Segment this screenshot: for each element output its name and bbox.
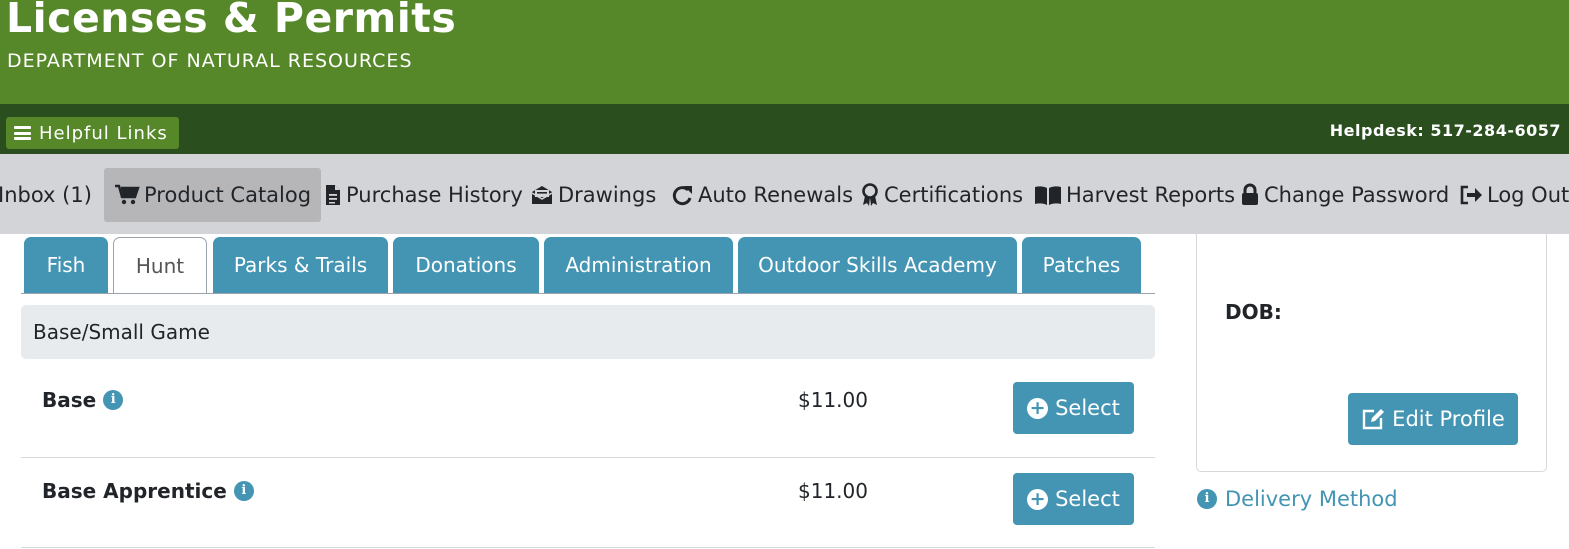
- tab-donations[interactable]: Donations: [393, 237, 539, 293]
- main-nav: Inbox (1) Product Catalog Purchase Histo…: [0, 154, 1569, 234]
- nav-log-out[interactable]: Log Out: [1459, 168, 1569, 222]
- envelope-open-icon: [531, 186, 553, 204]
- nav-drawings[interactable]: Drawings: [530, 168, 656, 222]
- tabs-divider: [21, 293, 1155, 294]
- tab-administration[interactable]: Administration: [544, 237, 733, 293]
- info-icon: i: [1197, 489, 1217, 509]
- redo-icon: [672, 186, 692, 206]
- nav-auto-renewals[interactable]: Auto Renewals: [670, 168, 853, 222]
- delivery-method-label: Delivery Method: [1225, 487, 1398, 511]
- product-row-base-title: Base i: [42, 388, 124, 412]
- nav-certifications-label: Certifications: [884, 183, 1024, 207]
- nav-product-catalog[interactable]: Product Catalog: [104, 168, 322, 222]
- edit-icon: [1362, 409, 1385, 430]
- section-header: Base/Small Game: [21, 305, 1155, 359]
- site-subtitle: DEPARTMENT OF NATURAL RESOURCES: [7, 50, 413, 72]
- nav-harvest-reports[interactable]: Harvest Reports: [1034, 168, 1235, 222]
- product-name: Base: [42, 388, 97, 412]
- nav-change-password-label: Change Password: [1264, 183, 1450, 207]
- tab-patches[interactable]: Patches: [1022, 237, 1141, 293]
- row-divider: [21, 457, 1155, 458]
- nav-purchase-history[interactable]: Purchase History: [324, 168, 523, 222]
- plus-circle-icon: +: [1027, 488, 1049, 510]
- nav-inbox-label: Inbox (1): [0, 183, 92, 207]
- sign-out-icon: [1460, 185, 1482, 205]
- hamburger-icon: [14, 126, 31, 140]
- edit-profile-label: Edit Profile: [1392, 407, 1505, 431]
- info-icon[interactable]: i: [103, 390, 124, 410]
- product-price: $11.00: [798, 388, 868, 412]
- select-button[interactable]: + Select: [1013, 382, 1134, 434]
- edit-profile-button[interactable]: Edit Profile: [1348, 393, 1518, 445]
- product-name: Base Apprentice: [42, 479, 227, 503]
- select-button[interactable]: + Select: [1013, 473, 1134, 525]
- helpful-links-button[interactable]: Helpful Links: [6, 117, 179, 149]
- award-icon: [862, 183, 878, 206]
- nav-auto-renewals-label: Auto Renewals: [698, 183, 854, 207]
- helpful-links-label: Helpful Links: [39, 122, 168, 144]
- nav-log-out-label: Log Out: [1487, 183, 1569, 207]
- tab-parks-trails[interactable]: Parks & Trails: [213, 237, 388, 293]
- dob-label: DOB:: [1225, 300, 1282, 324]
- nav-certifications[interactable]: Certifications: [860, 168, 1023, 222]
- plus-circle-icon: +: [1027, 397, 1049, 419]
- row-divider: [21, 547, 1155, 548]
- select-button-label: Select: [1055, 487, 1120, 511]
- nav-change-password[interactable]: Change Password: [1240, 168, 1449, 222]
- product-price: $11.00: [798, 479, 868, 503]
- nav-drawings-label: Drawings: [558, 183, 657, 207]
- nav-product-catalog-label: Product Catalog: [144, 183, 312, 207]
- tab-hunt[interactable]: Hunt: [113, 237, 207, 294]
- cart-icon: [115, 184, 140, 205]
- select-button-label: Select: [1055, 396, 1120, 420]
- nav-purchase-history-label: Purchase History: [346, 183, 523, 207]
- nav-inbox[interactable]: Inbox (1): [0, 168, 92, 222]
- nav-harvest-reports-label: Harvest Reports: [1066, 183, 1236, 207]
- info-icon[interactable]: i: [233, 481, 254, 501]
- helpdesk-phone: Helpdesk: 517-284-6057: [1329, 121, 1561, 140]
- tab-outdoor-skills-academy[interactable]: Outdoor Skills Academy: [738, 237, 1017, 293]
- site-header: Licenses & Permits DEPARTMENT OF NATURAL…: [0, 0, 1569, 104]
- delivery-method-link[interactable]: i Delivery Method: [1197, 487, 1398, 511]
- file-text-icon: [326, 185, 340, 205]
- site-title: Licenses & Permits: [6, 0, 457, 42]
- product-row-base-apprentice-title: Base Apprentice i: [42, 479, 254, 503]
- book-open-icon: [1035, 186, 1061, 205]
- tab-fish[interactable]: Fish: [24, 237, 108, 293]
- lock-icon: [1242, 183, 1258, 205]
